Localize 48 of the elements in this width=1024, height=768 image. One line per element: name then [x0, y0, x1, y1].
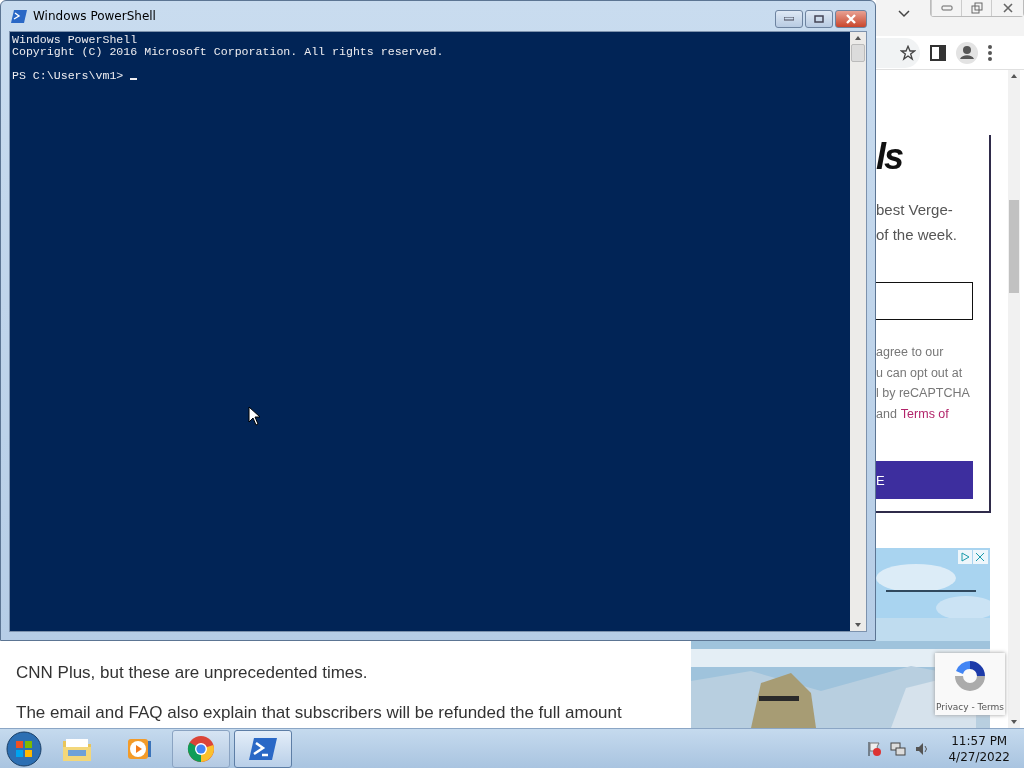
maximize-icon: [814, 15, 824, 23]
console-prompt: PS C:\Users\vm1>: [12, 70, 850, 82]
chrome-icon: [187, 734, 215, 763]
side-panel-icon[interactable]: [930, 44, 946, 61]
scrollbar[interactable]: [1008, 70, 1020, 728]
email-field[interactable]: [876, 282, 973, 320]
powershell-icon: [11, 9, 27, 23]
consent-text: u can opt out at: [876, 365, 963, 380]
taskbar-app[interactable]: [172, 729, 230, 768]
menu-icon[interactable]: [988, 44, 992, 61]
minimize-icon: [940, 5, 953, 11]
address-bar[interactable]: [876, 37, 920, 68]
terms-link[interactable]: Terms of: [900, 406, 949, 421]
network-icon[interactable]: [890, 740, 907, 757]
scrollbar-thumb[interactable]: [1009, 200, 1019, 293]
restore-icon: [970, 2, 983, 14]
close-button[interactable]: [835, 10, 867, 28]
start-button[interactable]: [4, 729, 44, 768]
taskbar-app[interactable]: [234, 729, 292, 768]
close-button[interactable]: [991, 0, 1023, 16]
chevron-down-icon[interactable]: [898, 10, 910, 18]
flag-icon[interactable]: [866, 740, 883, 757]
star-icon[interactable]: [900, 44, 916, 61]
maximize-button[interactable]: [805, 10, 833, 28]
article-paragraph: CNN Plus, but these are unprecedented times.: [16, 663, 369, 683]
privacy-terms-links[interactable]: Privacy - Terms: [935, 702, 1005, 712]
article-paragraph: The email and FAQ also explain that subscribers will be refunded the full amount: [16, 703, 623, 723]
close-icon: [1001, 2, 1014, 14]
pointer-icon: [248, 406, 260, 426]
powershell-icon: [248, 735, 278, 762]
scrollbar[interactable]: [850, 32, 866, 631]
consent-text: agree to our: [876, 345, 944, 359]
minimize-button[interactable]: [775, 10, 803, 28]
clock[interactable]: 11:57 PM 4/27/2022: [948, 732, 1010, 765]
window-title: Windows PowerShell: [33, 9, 156, 23]
profile-icon[interactable]: [956, 41, 978, 64]
scrollbar-thumb[interactable]: [850, 44, 866, 62]
close-icon: [845, 14, 857, 24]
subscribe-button[interactable]: E: [876, 461, 973, 499]
console-line: Windows PowerShell: [12, 34, 139, 46]
consent-text: and: [876, 406, 897, 421]
minimize-icon: [784, 17, 794, 21]
arrow-down-icon[interactable]: [1010, 718, 1018, 726]
console-line: Copyright (C) 2016 Microsoft Corporation. All rights reserved.: [12, 46, 445, 58]
logo-text: ls: [876, 137, 904, 177]
consent-text: l by reCAPTCHA: [876, 386, 970, 400]
newsletter-text: best Verge- of the week.: [876, 200, 958, 245]
arrow-up-icon[interactable]: [1010, 72, 1018, 80]
